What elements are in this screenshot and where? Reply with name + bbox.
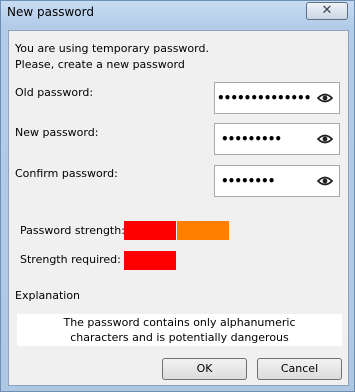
explanation-box: The password contains only alphanumeric … (17, 314, 342, 346)
new-password-value: ••••••••• (221, 132, 282, 146)
eye-icon[interactable] (317, 175, 333, 187)
close-icon: ✕ (321, 3, 333, 18)
password-strength-label: Password strength: (20, 224, 125, 237)
strength-required-label: Strength required: (20, 253, 121, 266)
dialog-body: You are using temporary password. Please… (8, 30, 349, 386)
explanation-line-1: The password contains only alphanumeric (63, 316, 296, 329)
dialog-window: New password ✕ You are using temporary p… (0, 0, 355, 392)
explanation-heading: Explanation (15, 289, 81, 302)
confirm-password-field[interactable]: •••••••• (214, 165, 340, 197)
ok-button[interactable]: OK (162, 358, 247, 380)
strength-segment (177, 221, 229, 240)
cancel-button[interactable]: Cancel (257, 358, 342, 380)
new-password-field[interactable]: ••••••••• (214, 123, 340, 155)
old-password-label: Old password: (15, 86, 94, 99)
intro-line-2: Please, create a new password (15, 58, 185, 71)
intro-line-1: You are using temporary password. (15, 42, 209, 55)
old-password-value: •••••••••••••• (217, 91, 311, 105)
explanation-line-2: characters and is potentially dangerous (70, 331, 289, 344)
confirm-password-value: •••••••• (221, 174, 275, 188)
eye-icon[interactable] (317, 133, 333, 145)
new-password-label: New password: (15, 126, 99, 139)
window-title: New password (7, 5, 94, 19)
close-button[interactable]: ✕ (306, 2, 348, 20)
old-password-field[interactable]: •••••••••••••• (214, 82, 340, 114)
strength-segment (124, 221, 176, 240)
confirm-password-label: Confirm password: (15, 167, 118, 180)
eye-icon[interactable] (317, 92, 333, 104)
strength-segment (124, 251, 176, 270)
